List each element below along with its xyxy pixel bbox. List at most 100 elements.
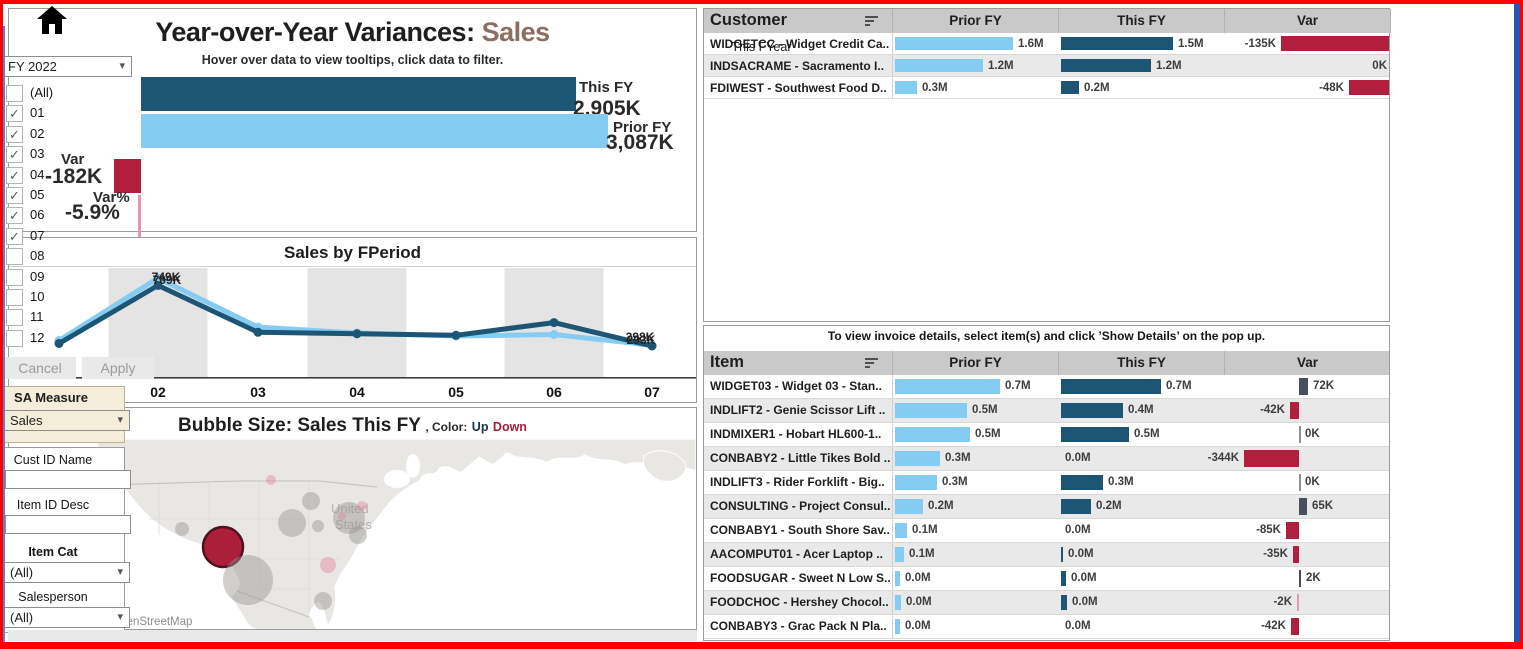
- yoy-bar-priorfy[interactable]: [141, 114, 608, 148]
- map-bubble-gray[interactable]: [175, 522, 189, 536]
- prior-fy-bar[interactable]: [895, 571, 900, 586]
- column-header-prior[interactable]: Prior FY: [893, 9, 1059, 33]
- table-row[interactable]: INDMIXER1 - Hobart HL600-1..0.5M0.5M0K: [704, 423, 1389, 447]
- x-axis-label-07[interactable]: 07: [632, 384, 672, 400]
- table-row[interactable]: FOODCHOC - Hershey Chocol..0.0M0.0M-2K: [704, 591, 1389, 615]
- table-row[interactable]: AACOMPUT01 - Acer Laptop ..0.1M0.0M-35K: [704, 543, 1389, 567]
- yoy-bar-var[interactable]: [138, 195, 141, 237]
- map-bubble-gray[interactable]: [312, 520, 324, 532]
- this-fy-bar[interactable]: [1061, 499, 1091, 514]
- x-axis-label-05[interactable]: 05: [436, 384, 476, 400]
- item-id-desc-input[interactable]: [5, 515, 119, 534]
- table-row[interactable]: INDSACRAME - Sacramento I..1.2M1.2M0K: [704, 55, 1389, 77]
- filter-icon[interactable]: [865, 358, 878, 369]
- this-fy-bar[interactable]: [1061, 81, 1079, 94]
- fyear-select[interactable]: FY 2022 ▾: [2, 56, 119, 77]
- map-bubble-pink[interactable]: [320, 557, 336, 573]
- table-row[interactable]: FDIWEST - Southwest Food D..0.3M0.2M-48K: [704, 77, 1389, 99]
- checkbox-07[interactable]: ✓: [6, 228, 23, 245]
- map-bubble-gray[interactable]: [223, 555, 273, 605]
- cancel-button[interactable]: Cancel: [4, 357, 76, 379]
- prior-fy-value: 0.0M: [905, 620, 931, 632]
- x-axis-label-03[interactable]: 03: [238, 384, 278, 400]
- checkbox-All[interactable]: [6, 85, 23, 102]
- var-bar-negative[interactable]: [1349, 80, 1389, 95]
- var-bar-negative[interactable]: [1244, 450, 1299, 467]
- table-row[interactable]: CONBABY1 - South Shore Sav..0.1M0.0M-85K: [704, 519, 1389, 543]
- this-fy-bar[interactable]: [1061, 379, 1161, 394]
- filter-icon[interactable]: [865, 16, 878, 27]
- prior-fy-cell: 0.0M: [893, 615, 1059, 638]
- apply-button[interactable]: Apply: [82, 357, 119, 379]
- checkbox-08[interactable]: [6, 248, 23, 265]
- x-axis-label-02[interactable]: 02: [138, 384, 178, 400]
- cust-id-name-input[interactable]: [5, 470, 119, 489]
- prior-fy-bar[interactable]: [895, 379, 1000, 394]
- checkbox-03[interactable]: ✓: [6, 146, 23, 163]
- map-bubble-pink[interactable]: [266, 475, 276, 485]
- x-axis-label-06[interactable]: 06: [534, 384, 574, 400]
- this-fy-bar[interactable]: [1061, 59, 1151, 72]
- var-bar-negative[interactable]: [1286, 522, 1299, 539]
- checkbox-01[interactable]: ✓: [6, 105, 23, 122]
- column-header-var[interactable]: Var: [1225, 9, 1391, 33]
- this-fy-bar[interactable]: [1061, 547, 1063, 562]
- table-row[interactable]: INDLIFT3 - Rider Forklift - Big..0.3M0.3…: [704, 471, 1389, 495]
- var-bar-positive[interactable]: [1299, 498, 1307, 515]
- this-fy-bar[interactable]: [1061, 475, 1103, 490]
- column-header-this_fy[interactable]: This FY: [1059, 351, 1225, 375]
- checkbox-02[interactable]: ✓: [6, 126, 23, 143]
- table-row[interactable]: CONBABY2 - Little Tikes Bold ..0.3M0.0M-…: [704, 447, 1389, 471]
- column-header-var[interactable]: Var: [1225, 351, 1390, 375]
- salesperson-select[interactable]: (All) ▾: [4, 607, 119, 628]
- checkbox-10[interactable]: [6, 289, 23, 306]
- map-bubble-pink[interactable]: [338, 512, 346, 520]
- checkbox-09[interactable]: [6, 269, 23, 286]
- column-header-this_fy[interactable]: This FY: [1059, 9, 1225, 33]
- prior-fy-bar[interactable]: [895, 523, 907, 538]
- prior-fy-bar[interactable]: [895, 595, 901, 610]
- var-bar-negative[interactable]: [1290, 402, 1299, 419]
- table-row[interactable]: FOODSUGAR - Sweet N Low S..0.0M0.0M2K: [704, 567, 1389, 591]
- table-row[interactable]: CONBABY3 - Grac Pack N Pla..0.0M0.0M-42K: [704, 615, 1389, 639]
- prior-fy-bar[interactable]: [895, 403, 967, 418]
- column-header-dim[interactable]: Customer: [704, 9, 893, 33]
- map-bubble-gray[interactable]: [349, 526, 367, 544]
- x-axis-label-04[interactable]: 04: [337, 384, 377, 400]
- prior-fy-bar[interactable]: [895, 619, 900, 634]
- var-bar-negative[interactable]: [1293, 546, 1299, 563]
- table-row[interactable]: WIDGET03 - Widget 03 - Stan..0.7M0.7M72K: [704, 375, 1389, 399]
- column-header-dim[interactable]: Item: [704, 351, 893, 375]
- var-bar-negative[interactable]: [1291, 618, 1299, 635]
- this-fy-bar[interactable]: [1061, 403, 1123, 418]
- var-bar-positive[interactable]: [1299, 378, 1308, 395]
- checkbox-04[interactable]: ✓: [6, 167, 23, 184]
- prior-fy-bar[interactable]: [895, 547, 904, 562]
- prior-fy-bar[interactable]: [895, 59, 983, 72]
- table-row[interactable]: INDLIFT2 - Genie Scissor Lift ..0.5M0.4M…: [704, 399, 1389, 423]
- var-bar-negative[interactable]: [1297, 594, 1299, 611]
- item-cat-select[interactable]: (All) ▾: [4, 562, 119, 583]
- this-fy-bar[interactable]: [1061, 571, 1066, 586]
- prior-fy-bar[interactable]: [895, 499, 923, 514]
- home-icon[interactable]: [36, 5, 68, 40]
- checkbox-05[interactable]: ✓: [6, 187, 23, 204]
- checkbox-06[interactable]: ✓: [6, 207, 23, 224]
- checkbox-11[interactable]: [6, 309, 23, 326]
- map-bubble-gray[interactable]: [302, 492, 320, 510]
- prior-fy-bar[interactable]: [895, 451, 940, 466]
- prior-fy-bar[interactable]: [895, 427, 970, 442]
- map-bubble-gray[interactable]: [314, 592, 332, 610]
- yoy-bar-thisfy[interactable]: [141, 77, 576, 111]
- var-bar-positive[interactable]: [1299, 570, 1301, 587]
- this-fy-bar[interactable]: [1061, 595, 1067, 610]
- table-row[interactable]: CONSULTING - Project Consul..0.2M0.2M65K: [704, 495, 1389, 519]
- prior-fy-bar[interactable]: [895, 81, 917, 94]
- map-bubble-gray[interactable]: [278, 509, 306, 537]
- checkbox-12[interactable]: [6, 330, 23, 347]
- map-bubble-pink[interactable]: [357, 501, 367, 511]
- column-header-prior[interactable]: Prior FY: [893, 351, 1059, 375]
- this-fy-bar[interactable]: [1061, 427, 1129, 442]
- sa-measure-select[interactable]: Sales ▾: [4, 410, 119, 431]
- prior-fy-bar[interactable]: [895, 475, 937, 490]
